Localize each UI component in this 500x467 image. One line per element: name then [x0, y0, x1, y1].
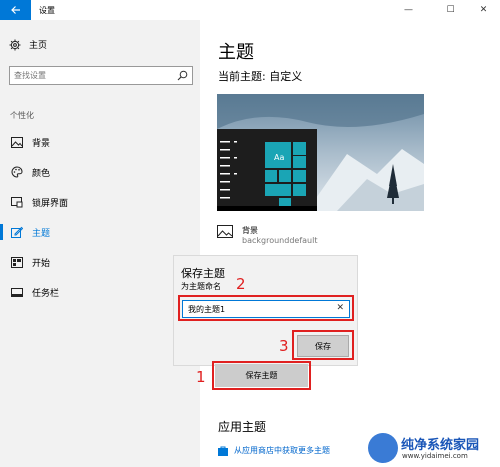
dialog-title: 保存主题 — [181, 267, 225, 280]
save-theme-button[interactable]: 保存主题 — [215, 364, 308, 387]
picture-icon — [217, 225, 233, 238]
theme-preview: Aa — [217, 94, 424, 211]
watermark-title: 纯净系统家园 — [401, 438, 480, 453]
theme-icon — [10, 226, 23, 239]
window-title: 设置 — [39, 6, 55, 15]
current-theme-label: 当前主题: 自定义 — [218, 70, 303, 83]
background-setting[interactable]: 背景 backgrounddefault — [217, 225, 317, 245]
sidebar-item-taskbar[interactable]: 任务栏 — [0, 277, 200, 307]
watermark: 纯净系统家园 www.yidaimei.com — [368, 430, 500, 467]
section-label: 个性化 — [10, 111, 34, 120]
sidebar-item-themes[interactable]: 主题 — [0, 217, 200, 247]
sidebar-item-label: 开始 — [32, 258, 51, 269]
background-label: 背景 — [242, 226, 258, 235]
annotation-number-2: 2 — [236, 275, 246, 293]
sidebar-item-background[interactable]: 背景 — [0, 127, 200, 157]
store-link-label: 从应用商店中获取更多主题 — [234, 446, 330, 455]
search-field[interactable] — [9, 66, 193, 85]
watermark-url: www.yidaimei.com — [402, 452, 468, 460]
sidebar-item-lock-screen[interactable]: 锁屏界面 — [0, 187, 200, 217]
back-arrow-icon — [10, 6, 20, 14]
dialog-subtitle: 为主题命名 — [181, 282, 221, 291]
preview-tile-text: Aa — [274, 153, 284, 162]
taskbar-icon — [10, 286, 23, 299]
store-link[interactable]: 从应用商店中获取更多主题 — [218, 445, 330, 456]
main-content: 主题 当前主题: 自定义 Aa 背景 backgrounddefault 应用主… — [200, 20, 500, 467]
annotation-number-3: 3 — [279, 337, 289, 355]
sidebar-item-label: 颜色 — [32, 168, 51, 179]
picture-icon — [10, 136, 23, 149]
annotation-number-1: 1 — [196, 368, 206, 386]
close-button[interactable]: ✕ — [467, 0, 500, 20]
annotation-box-2 — [178, 295, 354, 321]
start-icon — [10, 256, 23, 269]
home-link[interactable]: 主页 — [9, 38, 47, 51]
watermark-logo-icon — [368, 433, 398, 463]
back-button[interactable] — [0, 0, 31, 20]
maximize-button[interactable]: ☐ — [434, 0, 467, 20]
minimize-button[interactable]: — — [392, 0, 425, 20]
sidebar-item-label: 主题 — [32, 228, 51, 239]
search-input[interactable] — [10, 67, 170, 84]
sidebar: 主页 个性化 背景 颜色 锁屏界面 主题 开始 — [0, 20, 200, 467]
sidebar-item-colors[interactable]: 颜色 — [0, 157, 200, 187]
sidebar-item-label: 任务栏 — [32, 288, 60, 299]
gear-icon — [9, 39, 21, 50]
store-icon — [218, 446, 228, 456]
search-icon — [177, 70, 188, 81]
home-label: 主页 — [29, 41, 48, 51]
annotation-box-3 — [292, 330, 354, 360]
page-title: 主题 — [218, 42, 254, 63]
lock-screen-icon — [10, 196, 23, 209]
sidebar-item-start[interactable]: 开始 — [0, 247, 200, 277]
title-bar: 设置 — ☐ ✕ — [0, 0, 500, 20]
sidebar-item-label: 背景 — [32, 138, 51, 149]
sidebar-item-label: 锁屏界面 — [32, 198, 69, 209]
background-value: backgrounddefault — [242, 236, 318, 245]
palette-icon — [10, 166, 23, 179]
apply-theme-heading: 应用主题 — [218, 420, 267, 434]
